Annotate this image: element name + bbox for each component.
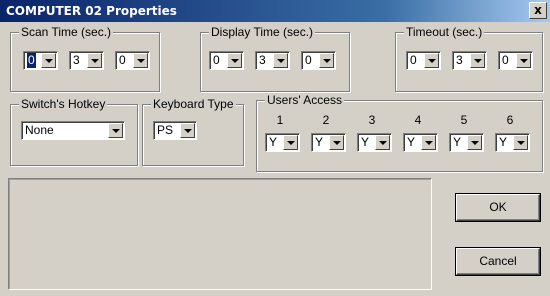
user-access-select-5[interactable]: Y [449,133,484,152]
cancel-button[interactable]: Cancel [456,248,540,275]
display-time-group: Display Time (sec.) 0 3 0 [200,25,350,92]
display-time-label: Display Time (sec.) [209,25,316,39]
chevron-down-icon[interactable] [41,53,56,68]
content-panel [8,178,432,290]
properties-dialog: Scan Time (sec.) 0 3 0 Display Time (sec… [0,22,550,296]
combo-value: 0 [27,53,36,68]
users-access-label: Users' Access [265,93,344,107]
hotkey-label: Switch's Hotkey [19,97,108,111]
hotkey-select[interactable]: None [21,121,125,140]
chevron-down-icon[interactable] [108,123,123,138]
user-access-select-6[interactable]: Y [495,133,530,152]
chevron-down-icon[interactable] [421,135,436,150]
scan-time-group: Scan Time (sec.) 0 3 0 [10,25,160,92]
combo-value: 3 [456,53,463,67]
user-number-1: 1 [276,113,284,127]
combo-value: None [25,123,54,137]
combo-value: 0 [410,53,417,67]
user-access-select-1[interactable]: Y [265,133,300,152]
keyboard-type-label: Keyboard Type [151,97,236,111]
keyboard-type-select[interactable]: PS [153,121,197,140]
window-title: COMPUTER 02 Properties [6,4,177,18]
user-number-2: 2 [322,113,330,127]
user-number-6: 6 [506,113,514,127]
close-icon: x [534,3,542,17]
combo-value: 0 [213,53,220,67]
chevron-down-icon[interactable] [273,53,288,68]
scan-time-digit-1[interactable]: 0 [23,51,58,70]
chevron-down-icon[interactable] [470,53,485,68]
timeout-digit-1[interactable]: 0 [406,51,441,70]
combo-value: 3 [259,53,266,67]
hotkey-group: Switch's Hotkey None [10,97,138,166]
chevron-down-icon[interactable] [180,123,195,138]
chevron-down-icon[interactable] [516,53,531,68]
combo-value: 0 [305,53,312,67]
users-access-group: Users' Access 1 2 3 4 5 6 Y Y Y Y Y Y [256,93,543,172]
keyboard-type-group: Keyboard Type PS [142,97,244,166]
scan-time-label: Scan Time (sec.) [19,25,114,39]
chevron-down-icon[interactable] [133,53,148,68]
title-bar[interactable]: COMPUTER 02 Properties x [0,0,550,22]
combo-value: Y [361,135,370,149]
user-number-3: 3 [368,113,376,127]
chevron-down-icon[interactable] [467,135,482,150]
combo-value: 0 [119,53,126,67]
ok-button-label: OK [489,200,507,214]
combo-value: Y [269,135,278,149]
user-access-select-4[interactable]: Y [403,133,438,152]
timeout-label: Timeout (sec.) [404,25,485,39]
chevron-down-icon[interactable] [424,53,439,68]
combo-value: Y [407,135,416,149]
chevron-down-icon[interactable] [329,135,344,150]
user-access-select-3[interactable]: Y [357,133,392,152]
display-time-digit-3[interactable]: 0 [301,51,336,70]
user-access-select-2[interactable]: Y [311,133,346,152]
ok-button[interactable]: OK [456,194,540,221]
combo-value: Y [499,135,508,149]
chevron-down-icon[interactable] [513,135,528,150]
cancel-button-label: Cancel [479,254,517,268]
combo-value: 3 [73,53,80,67]
timeout-group: Timeout (sec.) 0 3 0 [395,25,543,92]
chevron-down-icon[interactable] [227,53,242,68]
close-button[interactable]: x [529,2,547,19]
combo-value: 0 [502,53,509,67]
scan-time-digit-2[interactable]: 3 [69,51,104,70]
chevron-down-icon[interactable] [375,135,390,150]
chevron-down-icon[interactable] [283,135,298,150]
user-number-5: 5 [460,113,468,127]
display-time-digit-1[interactable]: 0 [209,51,244,70]
chevron-down-icon[interactable] [87,53,102,68]
combo-value: Y [315,135,324,149]
combo-value: PS [157,123,174,137]
display-time-digit-2[interactable]: 3 [255,51,290,70]
chevron-down-icon[interactable] [319,53,334,68]
combo-value: Y [453,135,462,149]
scan-time-digit-3[interactable]: 0 [115,51,150,70]
user-number-4: 4 [414,113,422,127]
timeout-digit-3[interactable]: 0 [498,51,533,70]
timeout-digit-2[interactable]: 3 [452,51,487,70]
